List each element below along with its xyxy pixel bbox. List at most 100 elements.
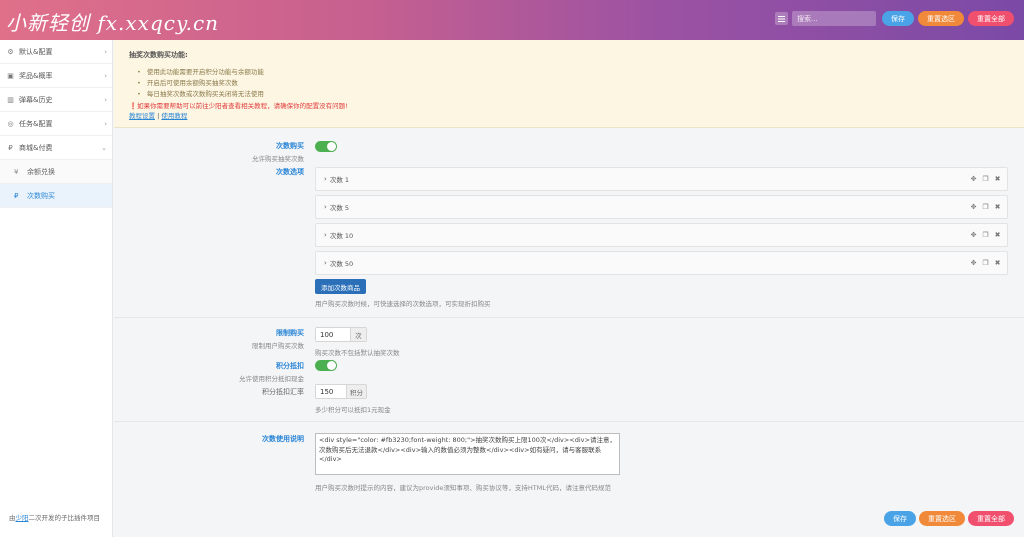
footer-reset-all-button[interactable]: 重置全部 (968, 511, 1014, 526)
points-rate-help: 多少积分可以抵扣1元现金 (315, 406, 391, 414)
move-icon[interactable]: ✥ (970, 259, 977, 267)
times-option-title: 次数 5 (329, 204, 350, 212)
save-button[interactable]: 保存 (882, 11, 914, 26)
points-rate-input-group: 积分 (315, 384, 367, 399)
limit-buy-input[interactable] (316, 328, 350, 341)
option-actions: ✥ ❐ ✖ (970, 203, 1001, 211)
buy-times-desc: 允许购买抽奖次数 (252, 155, 304, 163)
copy-icon[interactable]: ❐ (982, 231, 989, 239)
yen-icon: ¥ (14, 167, 19, 176)
sidebar-item-label: 弹幕&历史 (19, 95, 53, 104)
times-option-title: 次数 50 (329, 260, 354, 268)
sidebar-item-label: 商城&付费 (19, 143, 53, 152)
notice-list: 使用此功能需要开启积分功能与余额功能 开启后可使用余额购买抽奖次数 每日抽奖次数… (137, 66, 1009, 99)
move-icon[interactable]: ✥ (970, 231, 977, 239)
chevron-right-icon: › (104, 120, 107, 128)
usage-desc-label-group: 次数使用说明 (114, 434, 304, 444)
section-divider (114, 421, 1024, 422)
chevron-right-icon: › (324, 203, 327, 211)
points-rate-label: 积分抵扣汇率 (262, 388, 304, 396)
times-option-row[interactable]: › 次数 10 ✥ ❐ ✖ (315, 223, 1008, 247)
chevron-right-icon: › (104, 48, 107, 56)
notice-item: 开启后可使用余额购买抽奖次数 (137, 77, 1009, 88)
add-times-product-button[interactable]: 添加次数商品 (315, 279, 366, 294)
buy-times-label-group: 次数购买 允许购买抽奖次数 (114, 141, 304, 163)
close-icon[interactable]: ✖ (994, 259, 1001, 267)
author-link[interactable]: 少阳 (16, 514, 29, 522)
notice-box: 抽奖次数购买功能: 使用此功能需要开启积分功能与余额功能 开启后可使用余额购买抽… (114, 40, 1024, 128)
sidebar-item-danmaku[interactable]: ▥ 弹幕&历史 › (0, 88, 112, 112)
times-options-help: 用户购买次数时候，可快速选择的次数选项，可实现折扣购买 (315, 300, 491, 308)
usage-desc-label: 次数使用说明 (262, 435, 304, 443)
points-rate-unit: 积分 (346, 385, 366, 398)
notice-item: 每日抽奖次数或次数购买关闭将无法使用 (137, 88, 1009, 99)
times-option-title: 次数 10 (329, 232, 354, 240)
sidebar-item-shop[interactable]: ₽ 商城&付费 ⌄ (0, 136, 112, 160)
search-input[interactable] (792, 11, 876, 26)
points-rate-input[interactable] (316, 385, 346, 398)
notice-links: 教程设置 | 使用教程 (129, 110, 1009, 120)
limit-buy-label-group: 限制购买 限制用户购买次数 (114, 328, 304, 350)
times-option-row[interactable]: › 次数 50 ✥ ❐ ✖ (315, 251, 1008, 275)
footer-reset-section-button[interactable]: 重置选区 (919, 511, 965, 526)
header-tools: 保存 重置选区 重置全部 (775, 11, 1014, 26)
sidebar-item-prizes[interactable]: ▣ 奖品&概率 › (0, 64, 112, 88)
points-deduct-label-group: 积分抵扣 允许使用积分抵扣现金 (114, 361, 304, 383)
close-icon[interactable]: ✖ (994, 231, 1001, 239)
times-option-row[interactable]: › 次数 1 ✥ ❐ ✖ (315, 167, 1008, 191)
limit-buy-label: 限制购买 (276, 329, 304, 337)
usage-desc-textarea[interactable]: <div style="color: #fb3230;font-weight: … (315, 433, 620, 475)
footer-suffix: 二次开发的子比插件项目 (28, 514, 101, 522)
chevron-right-icon: › (324, 259, 327, 267)
notice-warning: ❗如果你需要帮助可以前往少阳者查看相关教程，请确保你的配置没有问题! (129, 102, 348, 110)
yen-icon: ₽ (8, 143, 13, 152)
tutorial-settings-link[interactable]: 教程设置 (129, 112, 155, 120)
sidebar: ⚙ 默认&配置 › ▣ 奖品&概率 › ▥ 弹幕&历史 › ◎ 任务&配置 › … (0, 40, 113, 537)
reset-section-button[interactable]: 重置选区 (918, 11, 964, 26)
sidebar-subitem-label: 次数购买 (27, 191, 55, 200)
gift-icon: ▣ (7, 71, 14, 80)
move-icon[interactable]: ✥ (970, 203, 977, 211)
chevron-right-icon: › (324, 175, 327, 183)
chevron-right-icon: › (104, 96, 107, 104)
buy-times-toggle[interactable] (315, 141, 337, 152)
times-option-row[interactable]: › 次数 5 ✥ ❐ ✖ (315, 195, 1008, 219)
sidebar-footer: 由少阳二次开发的子比插件项目 (9, 512, 100, 522)
limit-buy-help: 购买次数不包括默认抽奖次数 (315, 349, 400, 357)
option-actions: ✥ ❐ ✖ (970, 175, 1001, 183)
limit-buy-input-group: 次 (315, 327, 367, 342)
reset-all-button[interactable]: 重置全部 (968, 11, 1014, 26)
copy-icon[interactable]: ❐ (982, 259, 989, 267)
gamepad-icon: ◎ (7, 119, 14, 128)
option-actions: ✥ ❐ ✖ (970, 231, 1001, 239)
notice-item: 使用此功能需要开启积分功能与余额功能 (137, 66, 1009, 77)
sidebar-subitem-balance[interactable]: ¥ 余额兑换 (0, 160, 112, 184)
times-options-label-group: 次数选项 (114, 167, 304, 177)
footer-buttons: 保存 重置选区 重置全部 (884, 511, 1014, 526)
copy-icon[interactable]: ❐ (982, 175, 989, 183)
sidebar-item-tasks[interactable]: ◎ 任务&配置 › (0, 112, 112, 136)
points-deduct-desc: 允许使用积分抵扣现金 (239, 375, 304, 383)
sidebar-item-default[interactable]: ⚙ 默认&配置 › (0, 40, 112, 64)
copy-icon[interactable]: ❐ (982, 203, 989, 211)
sidebar-subitem-label: 余额兑换 (27, 167, 55, 176)
move-icon[interactable]: ✥ (970, 175, 977, 183)
sidebar-item-label: 任务&配置 (19, 119, 53, 128)
close-icon[interactable]: ✖ (994, 175, 1001, 183)
chevron-down-icon: ⌄ (101, 144, 107, 152)
option-actions: ✥ ❐ ✖ (970, 259, 1001, 267)
close-icon[interactable]: ✖ (994, 203, 1001, 211)
times-option-title: 次数 1 (329, 176, 350, 184)
usage-desc-help: 用户购买次数时提示的内容，建议为provide须知事项、购买协议等，支持HTML… (315, 484, 611, 492)
yen-icon: ₽ (14, 191, 19, 200)
chevron-right-icon: › (324, 231, 327, 239)
sidebar-item-label: 奖品&概率 (19, 71, 53, 80)
top-header: 小新轻创 fx.xxqcy.cn 保存 重置选区 重置全部 (0, 0, 1024, 40)
list-icon[interactable] (775, 12, 788, 25)
buy-times-label: 次数购买 (276, 142, 304, 150)
points-deduct-label: 积分抵扣 (276, 362, 304, 370)
usage-tutorial-link[interactable]: 使用教程 (161, 112, 187, 120)
points-deduct-toggle[interactable] (315, 360, 337, 371)
footer-save-button[interactable]: 保存 (884, 511, 916, 526)
sidebar-subitem-buy-times[interactable]: ₽ 次数购买 (0, 184, 112, 208)
